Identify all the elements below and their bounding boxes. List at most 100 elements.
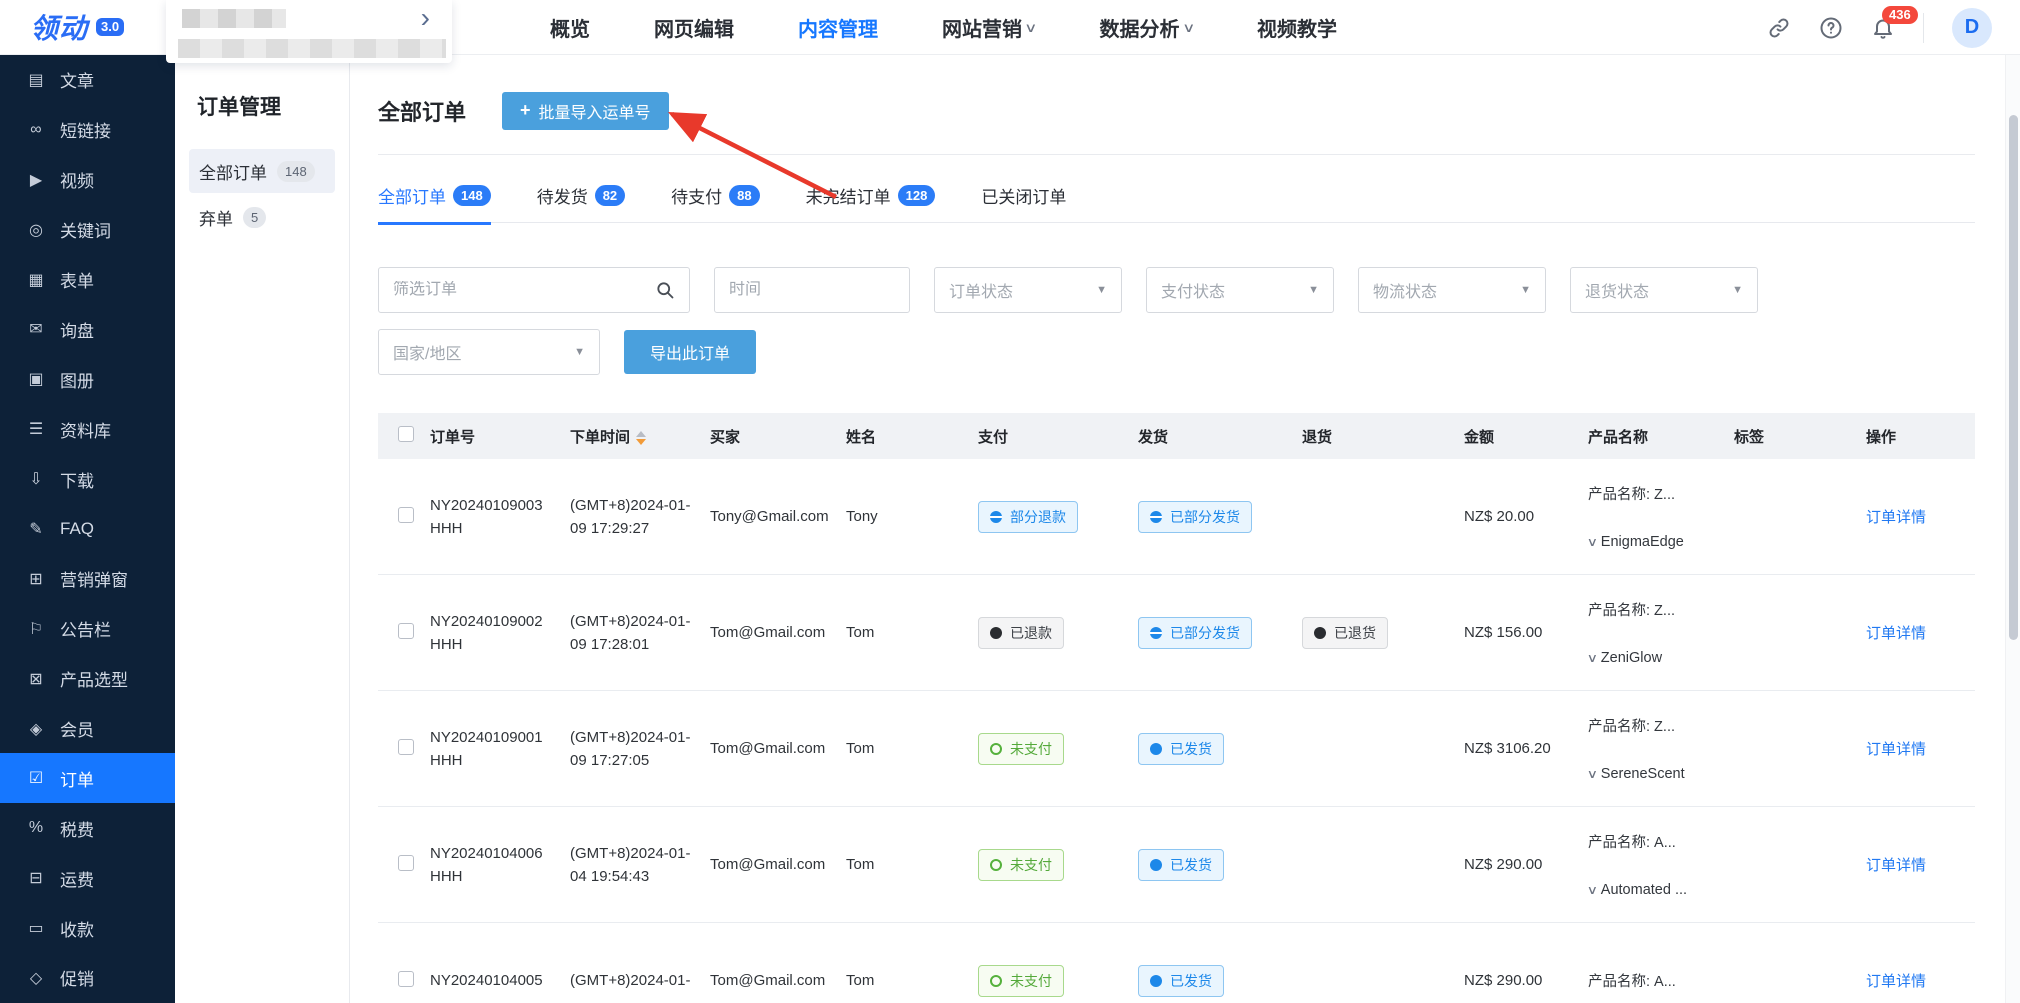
link-icon[interactable]	[1767, 16, 1791, 40]
buyer-name: Tony	[838, 508, 970, 525]
order-detail-link[interactable]: 订单详情	[1866, 973, 1926, 990]
country-region-select[interactable]: 国家/地区 ▼	[378, 329, 600, 375]
payment-status: 已退款	[970, 617, 1130, 649]
column-header: 标签	[1726, 426, 1858, 447]
sidebar-item-17[interactable]: ▭ 收款	[0, 903, 175, 953]
product-cell: 产品名称: Z... ∨ZeniGlow	[1580, 599, 1726, 666]
buyer-name: Tom	[838, 972, 970, 989]
sidebar-item-1[interactable]: ∞ 短链接	[0, 105, 175, 155]
order-amount: NZ$ 156.00	[1456, 624, 1580, 641]
refund-status: 已退货	[1294, 617, 1456, 649]
filter-select-3[interactable]: 退货状态 ▼	[1570, 267, 1758, 313]
site-selector-card[interactable]: ›	[166, 0, 452, 63]
tab-0[interactable]: 全部订单 148	[378, 183, 491, 208]
nav-item-2[interactable]: 内容管理	[798, 13, 878, 42]
product-cell: 产品名称: Z... ∨SereneScent	[1580, 715, 1726, 782]
video-icon: ▶	[26, 170, 46, 190]
sidebar-item-13[interactable]: ◈ 会员	[0, 704, 175, 754]
nav-item-3[interactable]: 网站营销 ∨	[942, 13, 1036, 42]
promotion-icon: ◇	[26, 968, 46, 988]
filter-select-0[interactable]: 订单状态 ▼	[934, 267, 1122, 313]
row-checkbox[interactable]	[398, 507, 414, 523]
order-search-input[interactable]	[393, 281, 655, 299]
column-header: 金额	[1456, 426, 1580, 447]
search-icon	[655, 280, 675, 300]
redacted-site-name	[182, 9, 286, 28]
sidebar-item-9[interactable]: ✎ FAQ	[0, 504, 175, 554]
row-checkbox[interactable]	[398, 971, 414, 987]
payment-status: 未支付	[970, 733, 1130, 765]
product-expand-toggle[interactable]: ∨SereneScent	[1588, 766, 1718, 782]
sidebar-item-12[interactable]: ⊠ 产品选型	[0, 654, 175, 704]
nav-item-0[interactable]: 概览	[550, 13, 590, 42]
select-all-checkbox[interactable]	[398, 426, 414, 442]
order-detail-link[interactable]: 订单详情	[1866, 509, 1926, 526]
order-detail-link[interactable]: 订单详情	[1866, 741, 1926, 758]
export-orders-button[interactable]: 导出此订单	[624, 330, 756, 374]
sidebar-item-2[interactable]: ▶ 视频	[0, 155, 175, 205]
help-icon[interactable]	[1819, 16, 1843, 40]
row-checkbox[interactable]	[398, 623, 414, 639]
filter-row-2: 国家/地区 ▼ 导出此订单	[378, 329, 1975, 375]
nav-item-5[interactable]: 视频教学	[1257, 13, 1337, 42]
row-checkbox[interactable]	[398, 739, 414, 755]
submenu-item-0[interactable]: 全部订单 148	[189, 149, 335, 193]
sidebar-item-10[interactable]: ⊞ 营销弹窗	[0, 554, 175, 604]
buyer-name: Tom	[838, 624, 970, 641]
order-number: NY20240104006HHH	[422, 842, 562, 888]
payment-status: 部分退款	[970, 501, 1130, 533]
main-content: 全部订单 + 批量导入运单号 全部订单 148 待发货 82 待支付 88 未完…	[350, 55, 2005, 1003]
order-search-box[interactable]	[378, 267, 690, 313]
sidebar-item-3[interactable]: ◎ 关键词	[0, 205, 175, 255]
notifications-bell-icon[interactable]: 436	[1871, 16, 1895, 40]
tab-1[interactable]: 待发货 82	[537, 183, 625, 208]
sort-toggle[interactable]	[636, 431, 646, 445]
chevron-down-icon: ▼	[1732, 284, 1743, 296]
main-nav: 概览 网页编辑 内容管理 网站营销 ∨ 数据分析 ∨ 视频教学	[550, 0, 1337, 55]
user-avatar[interactable]: D	[1952, 8, 1992, 48]
tab-2[interactable]: 待支付 88	[671, 183, 759, 208]
order-row-1: NY20240109002HHH (GMT+8)2024-01-09 17:28…	[378, 575, 1975, 691]
product-expand-toggle[interactable]: ∨Automated ...	[1588, 882, 1718, 898]
sidebar-item-8[interactable]: ⇩ 下载	[0, 454, 175, 504]
count-badge: 148	[277, 161, 315, 182]
sidebar-item-5[interactable]: ✉ 询盘	[0, 304, 175, 354]
sidebar-item-label: 询盘	[60, 317, 94, 342]
form-icon: ▦	[26, 270, 46, 290]
tab-4[interactable]: 已关闭订单	[981, 183, 1066, 208]
row-checkbox[interactable]	[398, 855, 414, 871]
library-icon: ☰	[26, 419, 46, 439]
filter-select-2[interactable]: 物流状态 ▼	[1358, 267, 1546, 313]
tab-3[interactable]: 未完结订单 128	[806, 183, 936, 208]
batch-import-tracking-button[interactable]: + 批量导入运单号	[502, 92, 669, 130]
nav-item-4[interactable]: 数据分析 ∨	[1100, 13, 1194, 42]
sidebar-item-11[interactable]: ⚐ 公告栏	[0, 604, 175, 654]
sidebar-item-15[interactable]: % 税费	[0, 803, 175, 853]
vertical-scrollbar	[2005, 55, 2020, 1003]
sidebar-item-0[interactable]: ▤ 文章	[0, 55, 175, 105]
order-detail-link[interactable]: 订单详情	[1866, 625, 1926, 642]
product-expand-toggle[interactable]: ∨EnigmaEdge	[1588, 534, 1718, 550]
sidebar-item-4[interactable]: ▦ 表单	[0, 255, 175, 305]
sidebar-item-18[interactable]: ◇ 促销	[0, 953, 175, 1003]
product-cell: 产品名称: Z... ∨EnigmaEdge	[1580, 483, 1726, 550]
status-badge: 部分退款	[978, 501, 1078, 533]
column-header: 姓名	[838, 426, 970, 447]
orders-table: 订单号下单时间买家姓名支付发货退货金额产品名称标签操作 NY2024010900…	[378, 413, 1975, 1003]
sidebar-item-14[interactable]: ☑ 订单	[0, 753, 175, 803]
submenu-item-1[interactable]: 弃单 5	[189, 195, 335, 239]
sidebar-item-7[interactable]: ☰ 资料库	[0, 404, 175, 454]
time-filter-box[interactable]	[714, 267, 910, 313]
product-expand-toggle[interactable]: ∨ZeniGlow	[1588, 650, 1718, 666]
nav-item-1[interactable]: 网页编辑	[654, 13, 734, 42]
sidebar-item-16[interactable]: ⊟ 运费	[0, 853, 175, 903]
scrollbar-thumb[interactable]	[2009, 115, 2018, 640]
shipping-status: 已发货	[1130, 849, 1294, 881]
payment-icon: ▭	[26, 918, 46, 938]
filter-select-1[interactable]: 支付状态 ▼	[1146, 267, 1334, 313]
column-header: 买家	[702, 426, 838, 447]
sidebar-item-6[interactable]: ▣ 图册	[0, 354, 175, 404]
order-amount: NZ$ 20.00	[1456, 508, 1580, 525]
time-filter-input[interactable]	[729, 281, 895, 299]
order-detail-link[interactable]: 订单详情	[1866, 857, 1926, 874]
